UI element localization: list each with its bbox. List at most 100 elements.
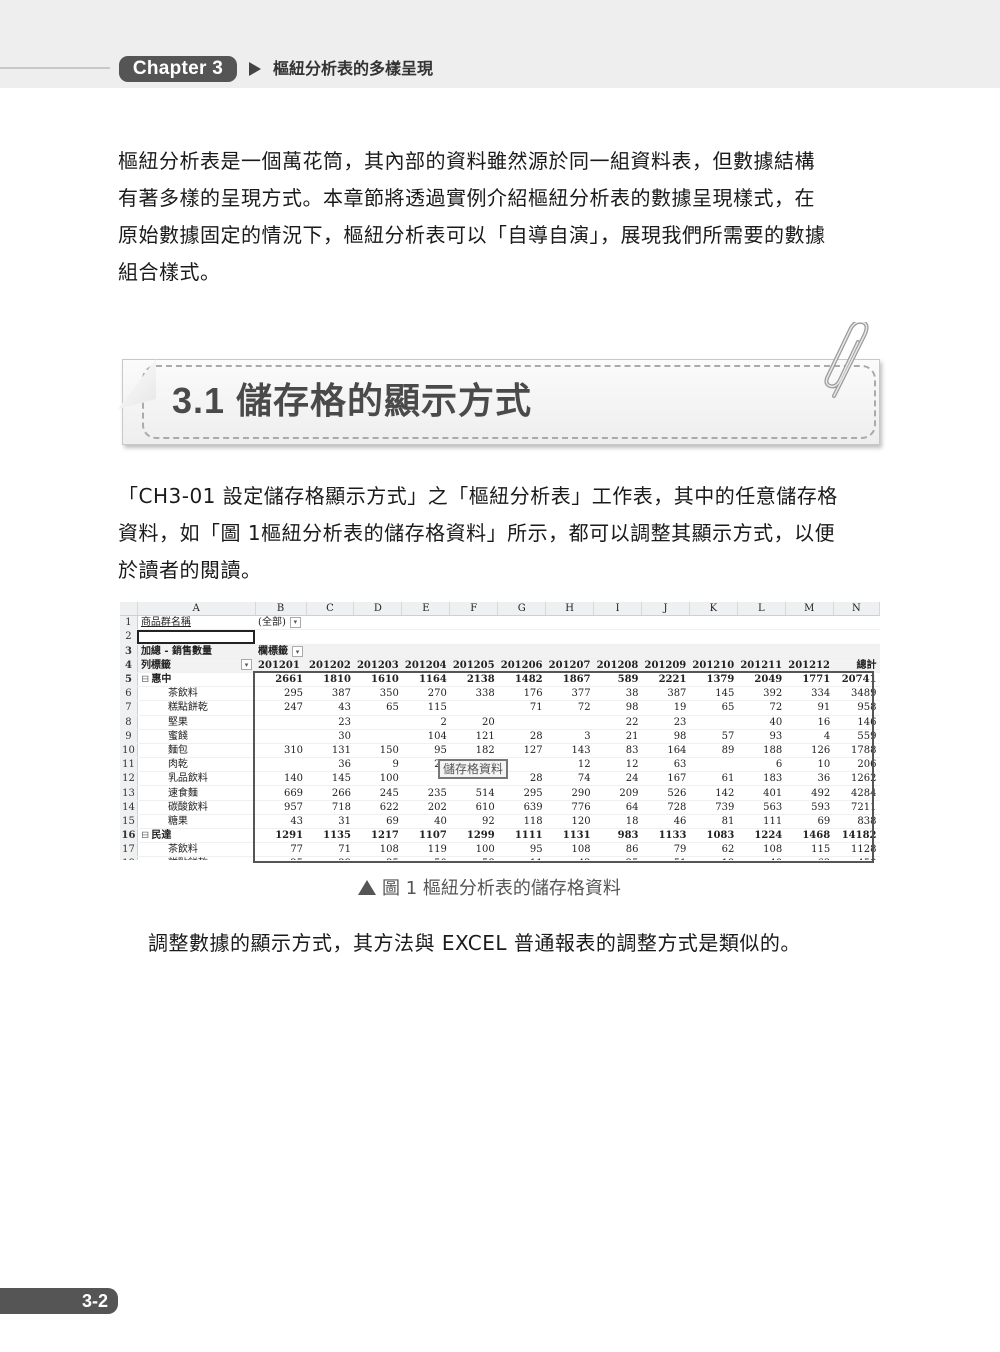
- value-cell[interactable]: 28: [497, 729, 546, 744]
- value-cell[interactable]: 98: [593, 700, 642, 716]
- grand-total-header[interactable]: 總計: [833, 658, 880, 673]
- value-cell[interactable]: 338: [449, 686, 498, 702]
- cell[interactable]: [353, 615, 402, 631]
- value-cell[interactable]: 12: [593, 757, 642, 773]
- value-cell[interactable]: 72: [545, 700, 594, 716]
- column-header[interactable]: L: [737, 602, 786, 617]
- filter-value-cell[interactable]: (全部) ▾: [255, 615, 307, 631]
- value-cell[interactable]: 245: [353, 785, 402, 801]
- value-cell[interactable]: 1299: [449, 828, 498, 844]
- period-header[interactable]: 201204: [401, 658, 450, 673]
- value-cell[interactable]: 63: [785, 856, 834, 860]
- value-cell[interactable]: 39: [306, 856, 354, 860]
- value-cell[interactable]: 1135: [306, 828, 354, 844]
- value-cell[interactable]: 62: [689, 842, 738, 858]
- value-cell[interactable]: 202: [401, 800, 450, 815]
- row-total-cell[interactable]: 206: [833, 757, 880, 773]
- value-cell[interactable]: 290: [545, 785, 594, 801]
- value-cell[interactable]: 69: [785, 814, 834, 830]
- value-cell[interactable]: 46: [641, 814, 690, 830]
- value-cell[interactable]: 64: [593, 800, 642, 815]
- value-cell[interactable]: 1867: [545, 672, 594, 688]
- value-cell[interactable]: [353, 729, 402, 744]
- row-header[interactable]: 17: [120, 842, 138, 858]
- value-cell[interactable]: 95: [401, 743, 450, 759]
- value-cell[interactable]: 392: [737, 686, 786, 702]
- value-cell[interactable]: 30: [306, 729, 354, 744]
- value-cell[interactable]: 25: [593, 856, 642, 860]
- value-cell[interactable]: 1133: [641, 828, 690, 844]
- value-cell[interactable]: 77: [255, 842, 307, 858]
- row-label-cell[interactable]: ⊟ 惠中: [137, 672, 256, 688]
- value-cell[interactable]: 150: [353, 743, 402, 759]
- row-total-cell[interactable]: 458: [833, 856, 880, 860]
- row-header[interactable]: 8: [120, 715, 138, 730]
- value-cell[interactable]: 1468: [785, 828, 834, 844]
- value-cell[interactable]: 95: [497, 842, 546, 858]
- value-cell[interactable]: [449, 700, 498, 716]
- value-cell[interactable]: 43: [306, 700, 354, 716]
- cell[interactable]: [545, 615, 594, 631]
- value-cell[interactable]: 21: [593, 729, 642, 744]
- row-label-cell[interactable]: 糕點餅乾: [137, 700, 256, 716]
- value-cell[interactable]: 108: [353, 842, 402, 858]
- row-label-cell[interactable]: 茶飲料: [137, 686, 256, 702]
- row-header[interactable]: 13: [120, 785, 138, 801]
- value-cell[interactable]: 65: [689, 700, 738, 716]
- cell[interactable]: [785, 644, 834, 659]
- value-cell[interactable]: [255, 757, 307, 773]
- row-total-cell[interactable]: 1262: [833, 771, 880, 787]
- value-cell[interactable]: 131: [306, 743, 354, 759]
- row-total-cell[interactable]: 958: [833, 700, 880, 716]
- value-cell[interactable]: 86: [593, 842, 642, 858]
- value-cell[interactable]: 387: [641, 686, 690, 702]
- value-cell[interactable]: 1771: [785, 672, 834, 688]
- value-cell[interactable]: 111: [737, 814, 786, 830]
- value-cell[interactable]: 776: [545, 800, 594, 815]
- value-cell[interactable]: 6: [737, 757, 786, 773]
- row-header[interactable]: 16: [120, 828, 138, 844]
- cell[interactable]: [593, 629, 642, 645]
- cell[interactable]: [737, 615, 786, 631]
- value-cell[interactable]: 1217: [353, 828, 402, 844]
- cell[interactable]: [689, 629, 738, 645]
- value-cell[interactable]: [497, 715, 546, 730]
- value-cell[interactable]: [689, 757, 738, 773]
- row-header[interactable]: 3: [120, 644, 138, 659]
- row-label-cell[interactable]: 乳品飲料: [137, 771, 256, 787]
- value-cell[interactable]: 622: [353, 800, 402, 815]
- column-header[interactable]: N: [833, 602, 880, 617]
- value-cell[interactable]: 25: [255, 856, 307, 860]
- value-cell[interactable]: 310: [255, 743, 307, 759]
- cell[interactable]: [497, 615, 546, 631]
- row-total-cell[interactable]: 14182: [833, 828, 880, 844]
- period-header[interactable]: 201201: [255, 658, 307, 673]
- value-cell[interactable]: 1610: [353, 672, 402, 688]
- cell[interactable]: [449, 615, 498, 631]
- cell[interactable]: [306, 615, 354, 631]
- value-cell[interactable]: 83: [593, 743, 642, 759]
- value-cell[interactable]: 121: [449, 729, 498, 744]
- value-cell[interactable]: 108: [737, 842, 786, 858]
- value-cell[interactable]: 2: [401, 715, 450, 730]
- value-cell[interactable]: 209: [593, 785, 642, 801]
- value-cell[interactable]: 23: [306, 715, 354, 730]
- value-cell[interactable]: 270: [401, 686, 450, 702]
- value-cell[interactable]: 1291: [255, 828, 307, 844]
- value-cell[interactable]: 71: [497, 700, 546, 716]
- row-header[interactable]: 10: [120, 743, 138, 759]
- period-header[interactable]: 201209: [641, 658, 690, 673]
- filter-field-label[interactable]: 商品群名稱: [137, 615, 256, 631]
- cell[interactable]: [785, 615, 834, 631]
- value-cell[interactable]: 40: [737, 856, 786, 860]
- row-header[interactable]: 18: [120, 856, 138, 860]
- value-cell[interactable]: 23: [641, 715, 690, 730]
- cell[interactable]: [737, 629, 786, 645]
- value-cell[interactable]: 176: [497, 686, 546, 702]
- row-label-cell[interactable]: 蜜餞: [137, 729, 256, 744]
- value-cell[interactable]: 20: [449, 715, 498, 730]
- value-field-label[interactable]: 加總 - 銷售數量: [137, 644, 256, 659]
- row-label-cell[interactable]: ⊟ 民達: [137, 828, 256, 844]
- row-label-cell[interactable]: 糖果: [137, 814, 256, 830]
- value-cell[interactable]: 2049: [737, 672, 786, 688]
